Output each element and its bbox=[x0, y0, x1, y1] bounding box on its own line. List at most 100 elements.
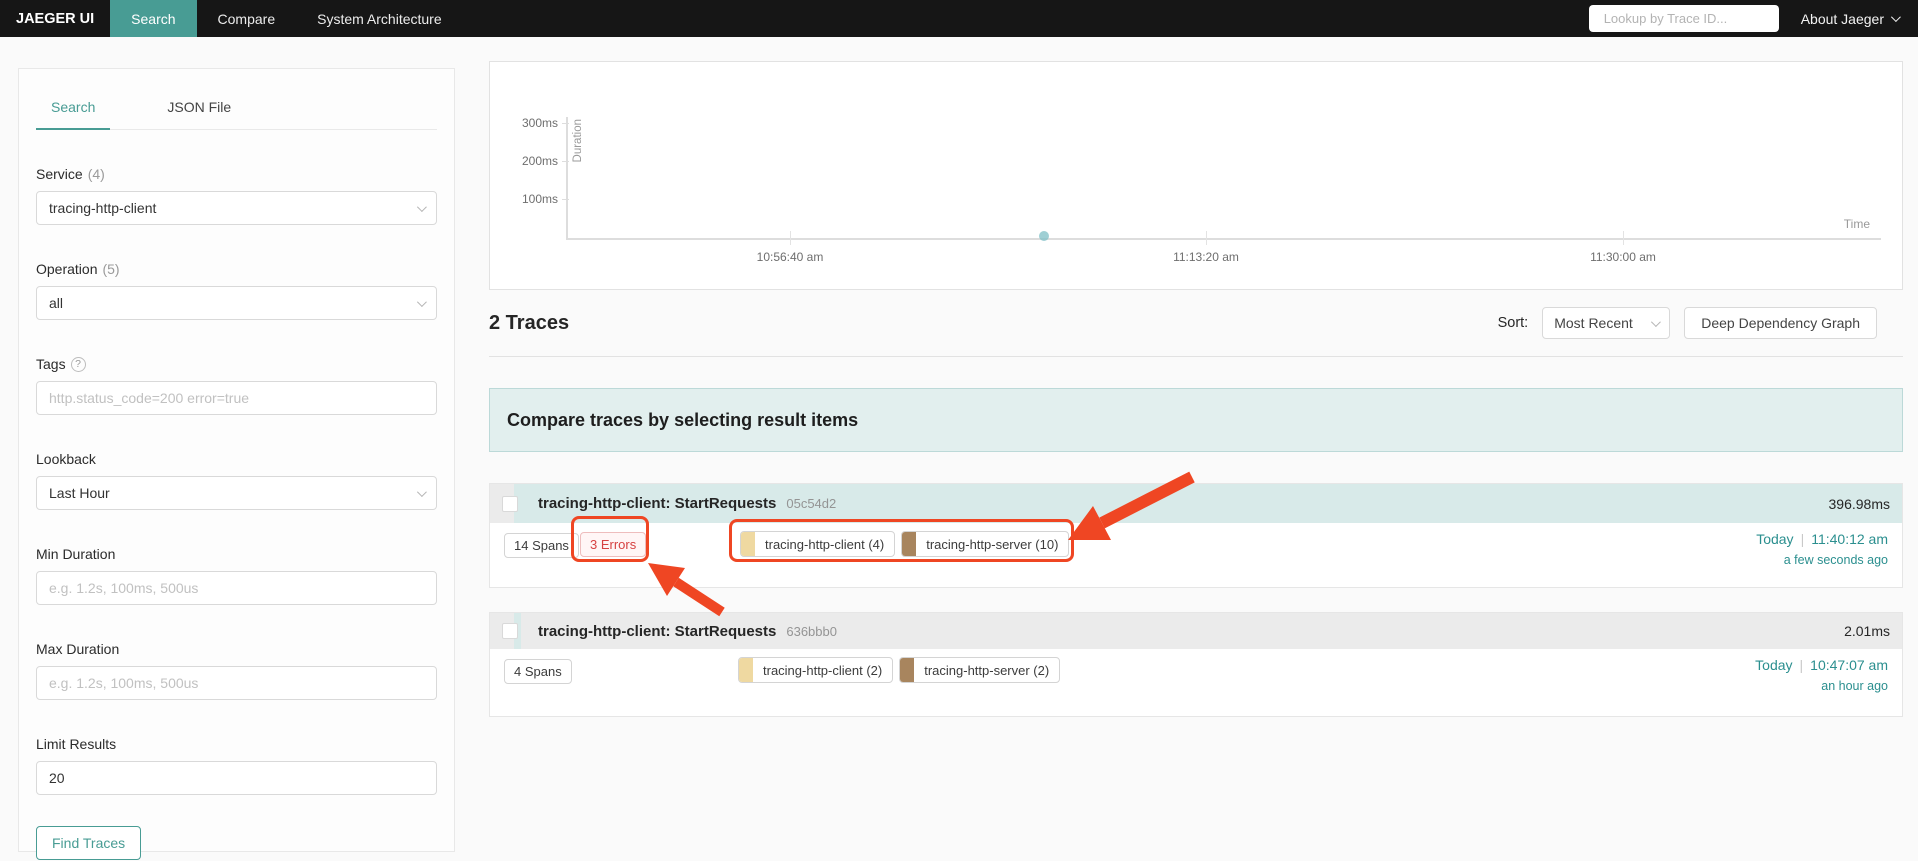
trace-2-id: 636bbb0 bbox=[786, 624, 837, 639]
trace-id-search-box[interactable] bbox=[1589, 5, 1779, 32]
trace-2-time-link[interactable]: 10:47:07 am bbox=[1810, 657, 1888, 673]
nav-right-group: About Jaeger bbox=[1589, 0, 1918, 37]
lookback-value: Last Hour bbox=[49, 485, 110, 501]
tab-json-file[interactable]: JSON File bbox=[152, 99, 246, 129]
trace-2-date-link[interactable]: Today bbox=[1755, 657, 1792, 673]
chevron-down-icon bbox=[1651, 317, 1661, 327]
scatter-point-small[interactable] bbox=[1039, 231, 1049, 241]
service-tag-server: tracing-http-server (10) bbox=[901, 531, 1069, 557]
trace-2-checkbox[interactable] bbox=[502, 623, 518, 639]
trace-result-2[interactable]: tracing-http-client: StartRequests 636bb… bbox=[489, 612, 1903, 717]
tags-label: Tags ? bbox=[36, 356, 437, 372]
service-color-swatch bbox=[739, 658, 753, 682]
y-axis-line bbox=[566, 117, 568, 238]
trace-1-span-count-pill: 14 Spans bbox=[504, 533, 579, 558]
search-sidebar: Search JSON File Service (4) tracing-htt… bbox=[18, 68, 455, 852]
y-tick-mark bbox=[562, 123, 569, 124]
nav-tab-compare[interactable]: Compare bbox=[197, 0, 297, 37]
x-tick-mark bbox=[1206, 231, 1207, 245]
tab-search[interactable]: Search bbox=[36, 99, 110, 130]
compare-banner: Compare traces by selecting result items bbox=[489, 388, 1903, 452]
lookback-label: Lookback bbox=[36, 451, 437, 467]
operation-count: (5) bbox=[102, 261, 119, 277]
y-axis-label: Duration bbox=[572, 119, 584, 162]
find-traces-button[interactable]: Find Traces bbox=[36, 826, 141, 860]
tags-field: Tags ? bbox=[36, 356, 437, 415]
x-tick-1113: 11:13:20 am bbox=[1146, 250, 1266, 264]
limit-results-label: Limit Results bbox=[36, 736, 437, 752]
trace-2-body: 4 Spans tracing-http-client (2) tracing-… bbox=[490, 649, 1902, 716]
sort-value: Most Recent bbox=[1554, 315, 1633, 331]
min-duration-label: Min Duration bbox=[36, 546, 437, 562]
operation-select[interactable]: all bbox=[36, 286, 437, 320]
chevron-down-icon bbox=[417, 202, 427, 212]
min-duration-input[interactable] bbox=[49, 580, 424, 596]
max-duration-input-wrap bbox=[36, 666, 437, 700]
service-color-swatch bbox=[741, 532, 755, 556]
trace-1-header[interactable]: tracing-http-client: StartRequests 05c54… bbox=[490, 484, 1902, 523]
max-duration-input[interactable] bbox=[49, 675, 424, 691]
limit-results-input[interactable] bbox=[49, 770, 424, 786]
app-brand[interactable]: JAEGER UI bbox=[0, 0, 110, 37]
trace-1-timestamp: Today|11:40:12 am a few seconds ago bbox=[1756, 531, 1888, 567]
help-question-icon[interactable]: ? bbox=[71, 357, 86, 372]
limit-results-input-wrap bbox=[36, 761, 437, 795]
trace-result-1[interactable]: tracing-http-client: StartRequests 05c54… bbox=[489, 483, 1903, 588]
trace-id-search-input[interactable] bbox=[1604, 11, 1780, 26]
tags-input[interactable] bbox=[49, 390, 424, 406]
trace-1-body: 14 Spans 3 Errors tracing-http-client (4… bbox=[490, 523, 1902, 587]
trace-1-checkbox[interactable] bbox=[502, 496, 518, 512]
service-tag-client: tracing-http-client (2) bbox=[738, 657, 893, 683]
trace-1-date-link[interactable]: Today bbox=[1756, 531, 1793, 547]
deep-dependency-graph-button[interactable]: Deep Dependency Graph bbox=[1684, 307, 1877, 339]
service-label: Service (4) bbox=[36, 166, 437, 182]
x-axis-label: Time bbox=[1844, 217, 1870, 231]
service-color-swatch bbox=[902, 532, 916, 556]
trace-2-timestamp: Today|10:47:07 am an hour ago bbox=[1755, 657, 1888, 693]
toolbar-right-group: Sort: Most Recent Deep Dependency Graph bbox=[1498, 307, 1903, 339]
trace-1-time-link[interactable]: 11:40:12 am bbox=[1811, 531, 1888, 547]
service-count: (4) bbox=[88, 166, 105, 182]
trace-2-relative-time: an hour ago bbox=[1755, 679, 1888, 693]
about-jaeger-label: About Jaeger bbox=[1801, 11, 1884, 27]
service-tag-client: tracing-http-client (4) bbox=[740, 531, 895, 557]
operation-field: Operation (5) all bbox=[36, 261, 437, 320]
service-value: tracing-http-client bbox=[49, 200, 156, 216]
trace-2-service-tags: tracing-http-client (2) tracing-http-ser… bbox=[738, 657, 1060, 683]
min-duration-field: Min Duration bbox=[36, 546, 437, 605]
lookback-select[interactable]: Last Hour bbox=[36, 476, 437, 510]
trace-2-span-count-pill: 4 Spans bbox=[504, 659, 572, 684]
service-color-swatch bbox=[900, 658, 914, 682]
y-tick-mark bbox=[562, 161, 569, 162]
sort-label: Sort: bbox=[1498, 315, 1529, 331]
service-field: Service (4) tracing-http-client bbox=[36, 166, 437, 225]
y-tick-200ms: 200ms bbox=[514, 154, 558, 168]
service-select[interactable]: tracing-http-client bbox=[36, 191, 437, 225]
nav-tab-system-architecture[interactable]: System Architecture bbox=[296, 0, 463, 37]
about-jaeger-menu[interactable]: About Jaeger bbox=[1801, 11, 1898, 27]
y-tick-mark bbox=[562, 199, 569, 200]
duration-scatter-chart: Duration 300ms 200ms 100ms 10:56:40 am 1… bbox=[489, 61, 1903, 290]
chevron-down-icon bbox=[417, 487, 427, 497]
trace-2-title[interactable]: tracing-http-client: StartRequests bbox=[538, 623, 776, 640]
chevron-down-icon bbox=[1891, 12, 1901, 22]
chevron-down-icon bbox=[417, 297, 427, 307]
trace-1-duration: 396.98ms bbox=[1829, 496, 1890, 512]
x-tick-1130: 11:30:00 am bbox=[1563, 250, 1683, 264]
trace-2-header[interactable]: tracing-http-client: StartRequests 636bb… bbox=[490, 613, 1902, 649]
x-tick-1056: 10:56:40 am bbox=[730, 250, 850, 264]
trace-1-relative-time: a few seconds ago bbox=[1756, 553, 1888, 567]
jaeger-search-page: JAEGER UI Search Compare System Architec… bbox=[0, 0, 1918, 861]
operation-label: Operation (5) bbox=[36, 261, 437, 277]
x-tick-mark bbox=[1623, 231, 1624, 245]
nav-tab-search[interactable]: Search bbox=[110, 0, 196, 37]
limit-results-field: Limit Results bbox=[36, 736, 437, 795]
traces-toolbar: 2 Traces Sort: Most Recent Deep Dependen… bbox=[489, 290, 1903, 357]
trace-2-duration: 2.01ms bbox=[1844, 623, 1890, 639]
trace-1-error-count-pill: 3 Errors bbox=[580, 532, 646, 557]
y-tick-300ms: 300ms bbox=[514, 116, 558, 130]
operation-value: all bbox=[49, 295, 63, 311]
sort-select[interactable]: Most Recent bbox=[1542, 307, 1670, 339]
max-duration-label: Max Duration bbox=[36, 641, 437, 657]
trace-1-title[interactable]: tracing-http-client: StartRequests bbox=[538, 495, 776, 512]
